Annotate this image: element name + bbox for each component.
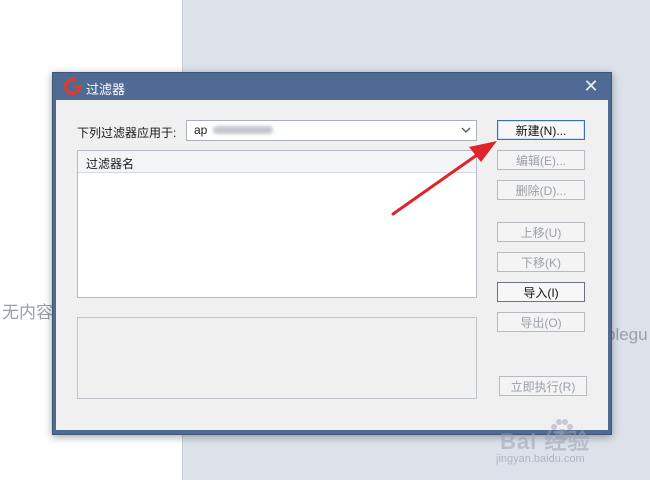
background-side-text: blegu — [606, 325, 648, 344]
chevron-down-icon — [461, 127, 471, 133]
watermark-brand: Bai 经验 — [500, 429, 591, 454]
edit-filter-button[interactable]: 编辑(E)... — [497, 150, 585, 170]
import-button[interactable]: 导入(I) — [497, 282, 585, 302]
dialog-titlebar[interactable]: 过滤器 ✕ — [53, 73, 611, 100]
move-up-button[interactable]: 上移(U) — [497, 222, 585, 242]
apply-to-label: 下列过滤器应用于: — [77, 126, 177, 140]
move-down-button[interactable]: 下移(K) — [497, 252, 585, 272]
filter-dialog: 过滤器 ✕ 下列过滤器应用于: ap 过滤器名 新建(N)... 编辑(E)..… — [52, 72, 612, 435]
apply-to-value: ap — [194, 123, 208, 137]
filter-name-column: 过滤器名 — [86, 157, 135, 171]
delete-filter-button[interactable]: 删除(D)... — [497, 180, 585, 200]
apply-to-dropdown[interactable]: ap — [186, 120, 477, 141]
close-icon[interactable]: ✕ — [581, 76, 601, 96]
filter-list[interactable]: 过滤器名 — [77, 150, 477, 298]
app-logo-icon — [64, 78, 81, 95]
watermark-url: jingyan.baidu.com — [496, 453, 585, 465]
run-now-button[interactable]: 立即执行(R) — [499, 376, 587, 396]
new-filter-button[interactable]: 新建(N)... — [497, 120, 585, 140]
dialog-body: 下列过滤器应用于: ap 过滤器名 新建(N)... 编辑(E)... 删除(D… — [56, 100, 608, 430]
blurred-account-name — [213, 126, 273, 134]
empty-content-label: 无内容 — [2, 303, 53, 322]
filter-description-box — [77, 317, 477, 399]
filter-list-header: 过滤器名 — [78, 151, 476, 173]
export-button[interactable]: 导出(O) — [497, 312, 585, 332]
dialog-title: 过滤器 — [86, 82, 126, 97]
